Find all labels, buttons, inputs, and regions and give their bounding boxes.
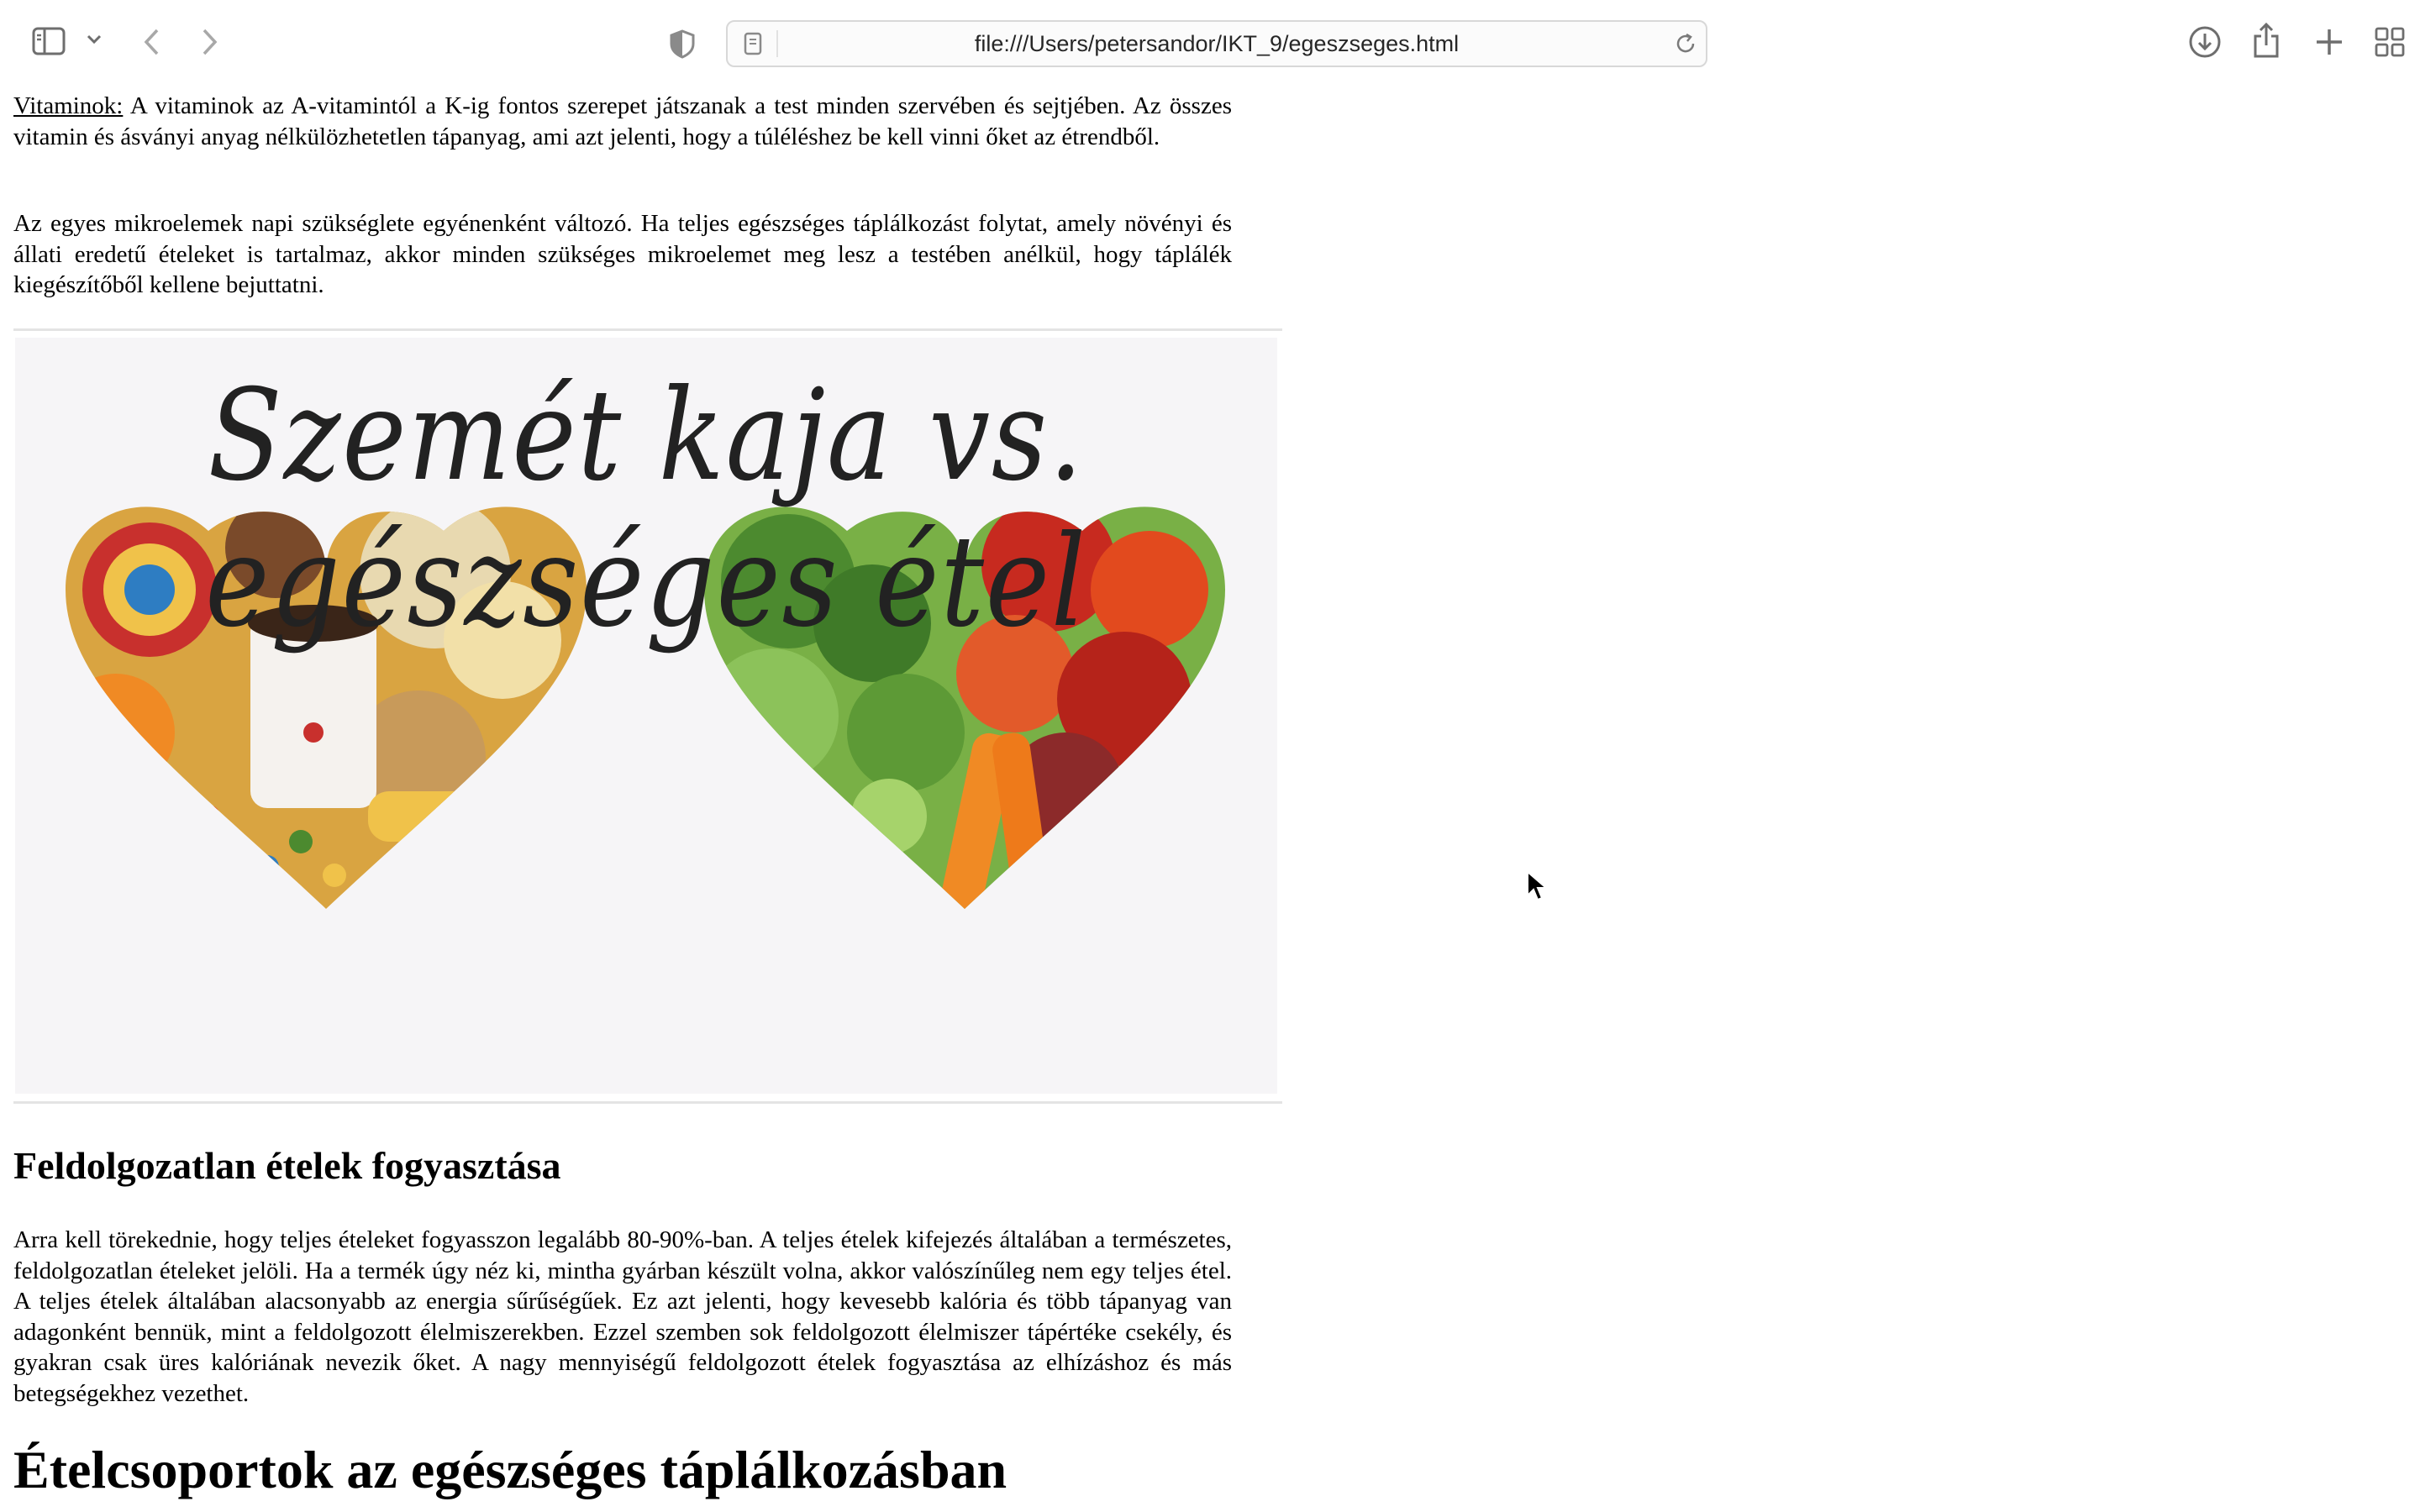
vitamins-label: Vitaminok: [13,92,124,119]
grid-icon[interactable] [2375,27,2405,57]
browser-toolbar: file:///Users/petersandor/IKT_9/egeszseg… [0,0,2420,87]
sidebar-icon[interactable] [32,27,66,55]
chevron-left-icon[interactable] [141,27,161,57]
unprocessed-food-paragraph: Arra kell törekednie, hogy teljes ételek… [13,1226,1232,1407]
chevron-down-icon[interactable] [86,34,103,45]
divider-top [13,328,1282,331]
reload-icon[interactable] [1674,32,1697,60]
plus-icon[interactable] [2314,27,2344,57]
vitamins-text: A vitaminok az A-vitamintól a K-ig fonto… [13,92,1232,150]
main-heading: Ételcsoportok az egészséges táplálkozásb… [13,1440,1007,1499]
image-headline: Szemét kaja vs. egészséges étel [205,363,1087,655]
divider-bottom [13,1101,1282,1104]
download-icon[interactable] [2188,25,2222,59]
mouse-cursor-icon [1526,869,1549,906]
share-icon[interactable] [2252,22,2281,59]
chevron-right-icon[interactable] [200,27,220,57]
shield-half-icon[interactable] [669,29,696,59]
micronutrients-paragraph: Az egyes mikroelemek napi szükséglete eg… [13,210,1232,298]
address-bar[interactable]: file:///Users/petersandor/IKT_9/egeszseg… [726,20,1707,67]
url-text[interactable]: file:///Users/petersandor/IKT_9/egeszseg… [728,22,1706,66]
junk-vs-healthy-image: Szemét kaja vs. egészséges étel [15,338,1277,1094]
vitamins-paragraph: Vitaminok: A vitaminok az A-vitamintól a… [13,91,1232,152]
section-heading: Feldolgozatlan ételek fogyasztása [13,1144,561,1187]
